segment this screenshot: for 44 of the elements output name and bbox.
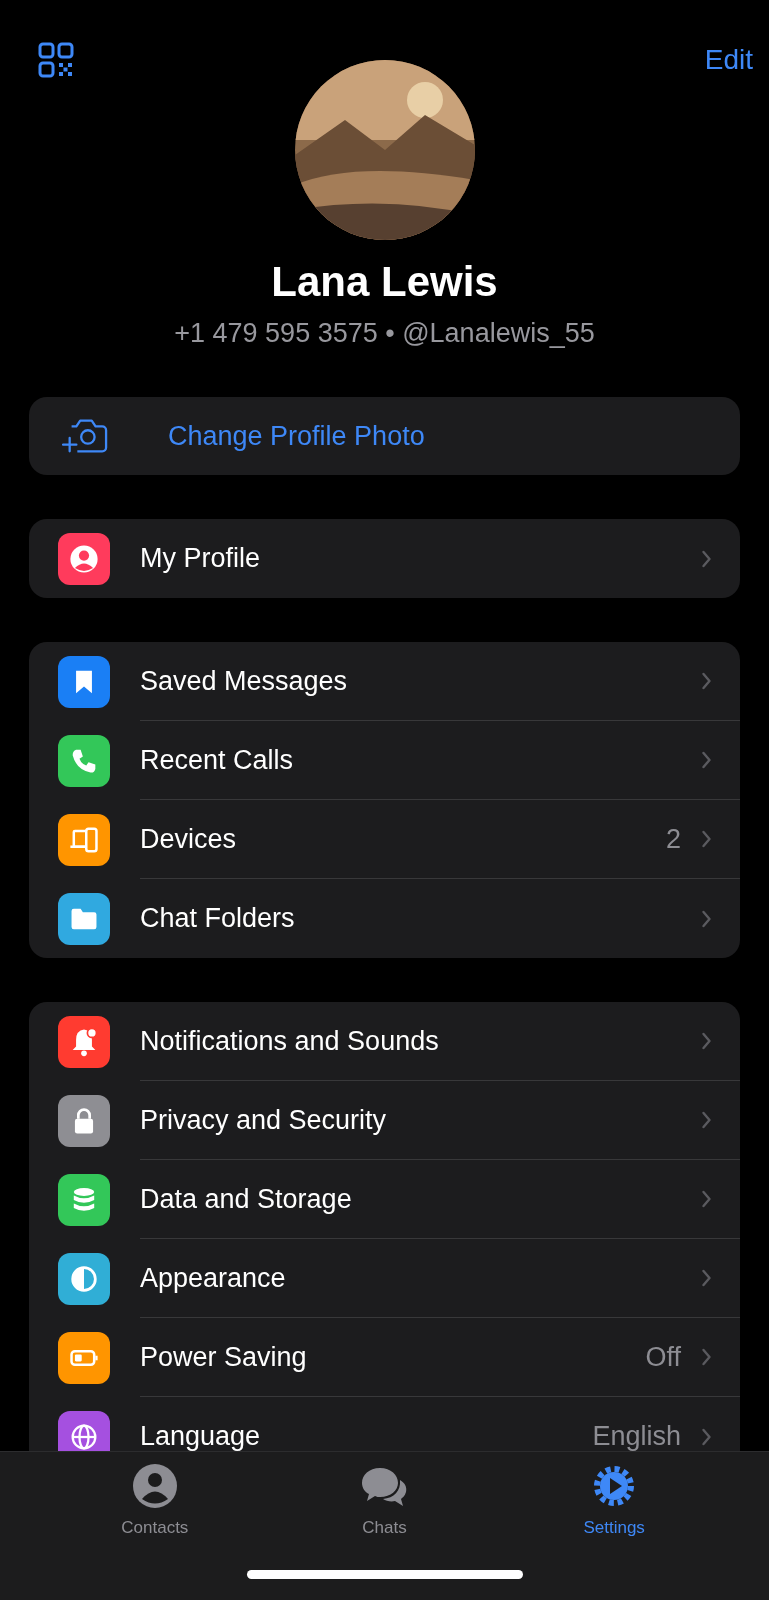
row-label: Power Saving: [140, 1341, 308, 1373]
chevron-icon: [701, 1190, 712, 1208]
change-photo-button[interactable]: Change Profile Photo: [29, 397, 740, 475]
chevron-icon: [701, 672, 712, 690]
settings-row[interactable]: Notifications and Sounds: [29, 1002, 740, 1081]
chevron-icon: [701, 830, 712, 848]
row-label: Chat Folders: [140, 903, 296, 934]
profile-details: +1 479 595 3575 • @Lanalewis_55: [173, 318, 596, 349]
settings-row[interactable]: Data and Storage: [29, 1160, 740, 1239]
chevron-icon: [701, 549, 712, 568]
chevron-icon: [701, 1348, 712, 1366]
chevron-icon: [701, 1269, 712, 1287]
row-label: Notifications and Sounds: [140, 1025, 440, 1057]
chevron-icon: [701, 1032, 712, 1050]
chevron-icon: [701, 1111, 712, 1129]
chevron-icon: [701, 909, 712, 928]
person-circle-icon: [130, 1462, 179, 1510]
row-label: Privacy and Security: [140, 1104, 388, 1136]
tab[interactable]: Settings: [539, 1462, 690, 1542]
settings-row[interactable]: Privacy and Security: [29, 1081, 740, 1160]
row-label: Data and Storage: [140, 1183, 353, 1215]
row-value: 2: [665, 823, 681, 855]
chevron-icon: [701, 751, 712, 769]
row-value: Off: [645, 1341, 681, 1373]
settings-row[interactable]: Power Saving Off: [29, 1318, 740, 1397]
row-label: Language: [140, 1421, 262, 1451]
row-value: English: [592, 1421, 681, 1451]
settings-row[interactable]: Saved Messages: [29, 642, 740, 721]
tab[interactable]: Contacts: [79, 1462, 230, 1542]
profile-name: Lana Lewis: [270, 258, 499, 306]
settings-row[interactable]: Chat Folders: [29, 879, 740, 958]
row-label: Recent Calls: [140, 744, 295, 776]
tab[interactable]: Chats: [309, 1462, 460, 1542]
edit-button[interactable]: Edit: [704, 44, 753, 76]
row-label: Devices: [140, 823, 238, 855]
row-label: Appearance: [140, 1262, 287, 1294]
qr-code-icon[interactable]: [38, 42, 74, 78]
settings-row[interactable]: My Profile: [29, 519, 740, 598]
settings-row[interactable]: Recent Calls: [29, 721, 740, 800]
chevron-icon: [701, 1427, 712, 1446]
row-label: My Profile: [140, 543, 262, 574]
settings-row[interactable]: Devices 2: [29, 800, 740, 879]
settings-row[interactable]: Appearance: [29, 1239, 740, 1318]
row-label: Saved Messages: [140, 665, 349, 697]
